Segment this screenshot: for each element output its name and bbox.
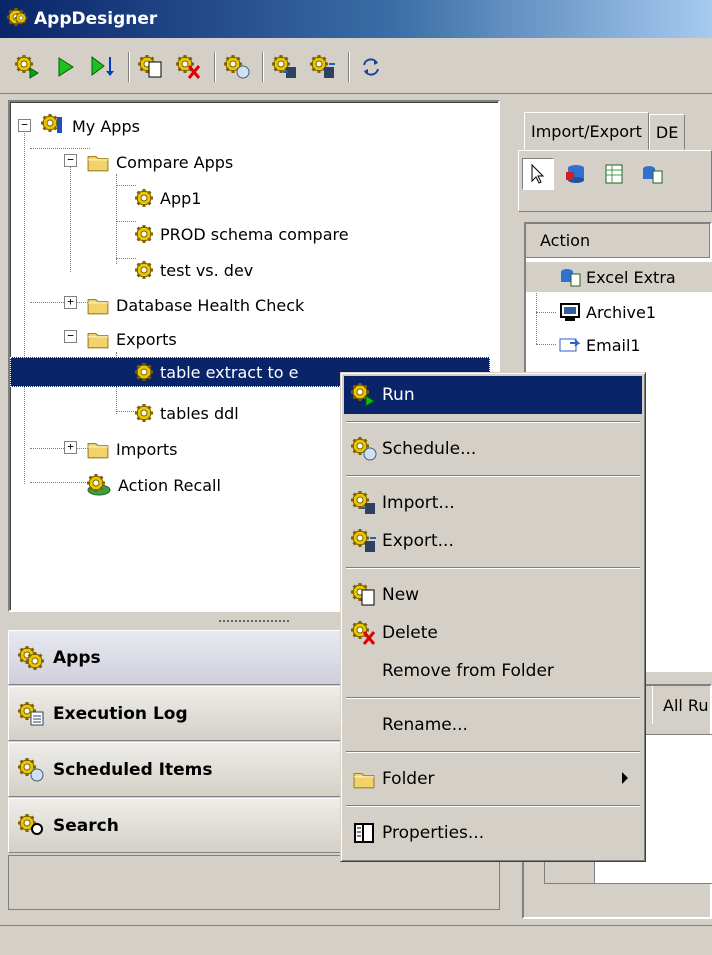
menu-separator <box>346 421 640 423</box>
delete-app-icon[interactable] <box>172 50 206 84</box>
new-icon <box>350 582 375 606</box>
menu-separator <box>346 805 640 807</box>
submenu-arrow-icon <box>622 772 628 784</box>
archive-icon <box>560 303 580 321</box>
run-app-icon[interactable] <box>10 50 44 84</box>
menu-item-export[interactable]: Export... <box>344 522 642 560</box>
window-title: AppDesigner <box>34 9 158 29</box>
toolbar-separator <box>348 51 350 82</box>
menu-separator <box>346 751 640 753</box>
tree-node-my-apps[interactable]: My Apps <box>40 111 140 141</box>
tree-node-prod-schema-compare[interactable]: PROD schema compare <box>134 219 349 249</box>
tree-node-compare-apps[interactable]: Compare Apps <box>86 147 233 177</box>
gear-icon <box>134 224 154 244</box>
schedule-icon <box>17 756 44 781</box>
folder-icon <box>87 332 109 349</box>
menu-item-schedule[interactable]: Schedule... <box>344 430 642 468</box>
execution-log-icon <box>17 700 44 725</box>
tab-db[interactable]: DE <box>648 114 686 150</box>
tree-node-tables-ddl[interactable]: tables ddl <box>134 398 239 428</box>
play-icon[interactable] <box>48 50 82 84</box>
run-icon <box>350 382 375 407</box>
pointer-icon[interactable] <box>522 158 554 190</box>
new-app-icon[interactable] <box>134 50 168 84</box>
tree-node-database-health-check[interactable]: Database Health Check <box>86 290 304 320</box>
expand-toggle[interactable]: + <box>64 441 77 454</box>
delete-icon <box>350 620 376 645</box>
collapse-toggle[interactable]: − <box>18 119 31 132</box>
tab-bar: Import/Export DE <box>524 112 686 150</box>
step-run-icon[interactable] <box>86 50 120 84</box>
import-icon <box>350 490 375 514</box>
excel-extract-icon <box>561 269 581 287</box>
nav-empty-area <box>8 855 500 910</box>
menu-item-folder[interactable]: Folder <box>344 760 642 798</box>
schedule-icon[interactable] <box>220 50 254 84</box>
toolbar-separator <box>214 51 216 82</box>
menu-item-import[interactable]: Import... <box>344 484 642 522</box>
status-bar <box>0 925 712 955</box>
menu-separator <box>346 475 640 477</box>
schedule-icon <box>350 436 377 461</box>
apps-root-icon <box>40 113 62 134</box>
menu-separator <box>346 567 640 569</box>
import-icon[interactable] <box>268 50 302 84</box>
export-icon[interactable] <box>306 50 340 84</box>
toolbar-separator <box>128 51 130 82</box>
menu-item-remove-from-folder[interactable]: Remove from Folder <box>344 652 642 690</box>
search-icon <box>17 812 43 835</box>
action-toolbar <box>522 158 674 190</box>
refresh-icon[interactable] <box>354 50 388 84</box>
gear-icon <box>134 362 154 382</box>
gear-icon <box>134 188 154 208</box>
collapse-toggle[interactable]: − <box>64 330 77 343</box>
folder-icon <box>87 155 109 172</box>
tree-node-exports[interactable]: Exports <box>86 324 177 354</box>
collapse-toggle[interactable]: − <box>64 154 77 167</box>
title-bar: AppDesigner <box>0 0 712 38</box>
menu-item-rename[interactable]: Rename... <box>344 706 642 744</box>
action-row[interactable]: Excel Extra <box>526 262 712 292</box>
tab-all-runs[interactable]: All Ru <box>652 686 708 724</box>
action-row[interactable]: Archive1 <box>558 297 656 327</box>
context-menu: Run Schedule... Import... Export... New … <box>340 372 646 862</box>
tree-node-table-extract[interactable]: table extract to e <box>134 357 298 387</box>
action-column-header[interactable]: Action <box>526 224 710 258</box>
gear-icon <box>134 260 154 280</box>
menu-item-properties[interactable]: Properties... <box>344 814 642 852</box>
app-gear-icon <box>6 7 29 28</box>
main-toolbar <box>0 40 712 94</box>
properties-icon <box>354 823 374 843</box>
action-row[interactable]: Email1 <box>558 330 641 360</box>
email-icon <box>559 338 581 352</box>
tree-node-imports[interactable]: Imports <box>86 434 177 464</box>
action-recall-icon <box>86 473 111 496</box>
tree-node-app1[interactable]: App1 <box>134 183 201 213</box>
tree-node-action-recall[interactable]: Action Recall <box>86 470 221 500</box>
database-extract-icon[interactable] <box>560 158 592 190</box>
tree-node-test-vs-dev[interactable]: test vs. dev <box>134 255 253 285</box>
export-icon <box>350 528 376 552</box>
menu-item-run[interactable]: Run <box>344 376 642 414</box>
apps-gear-icon <box>17 644 45 671</box>
excel-extract-icon[interactable] <box>636 158 668 190</box>
menu-item-new[interactable]: New <box>344 576 642 614</box>
folder-icon <box>87 298 109 315</box>
tab-import-export[interactable]: Import/Export <box>524 112 649 150</box>
folder-icon <box>353 772 375 789</box>
gear-icon <box>134 403 154 423</box>
toolbar-separator <box>262 51 264 82</box>
menu-item-delete[interactable]: Delete <box>344 614 642 652</box>
menu-separator <box>346 697 640 699</box>
folder-icon <box>87 442 109 459</box>
expand-toggle[interactable]: + <box>64 296 77 309</box>
spreadsheet-icon[interactable] <box>598 158 630 190</box>
